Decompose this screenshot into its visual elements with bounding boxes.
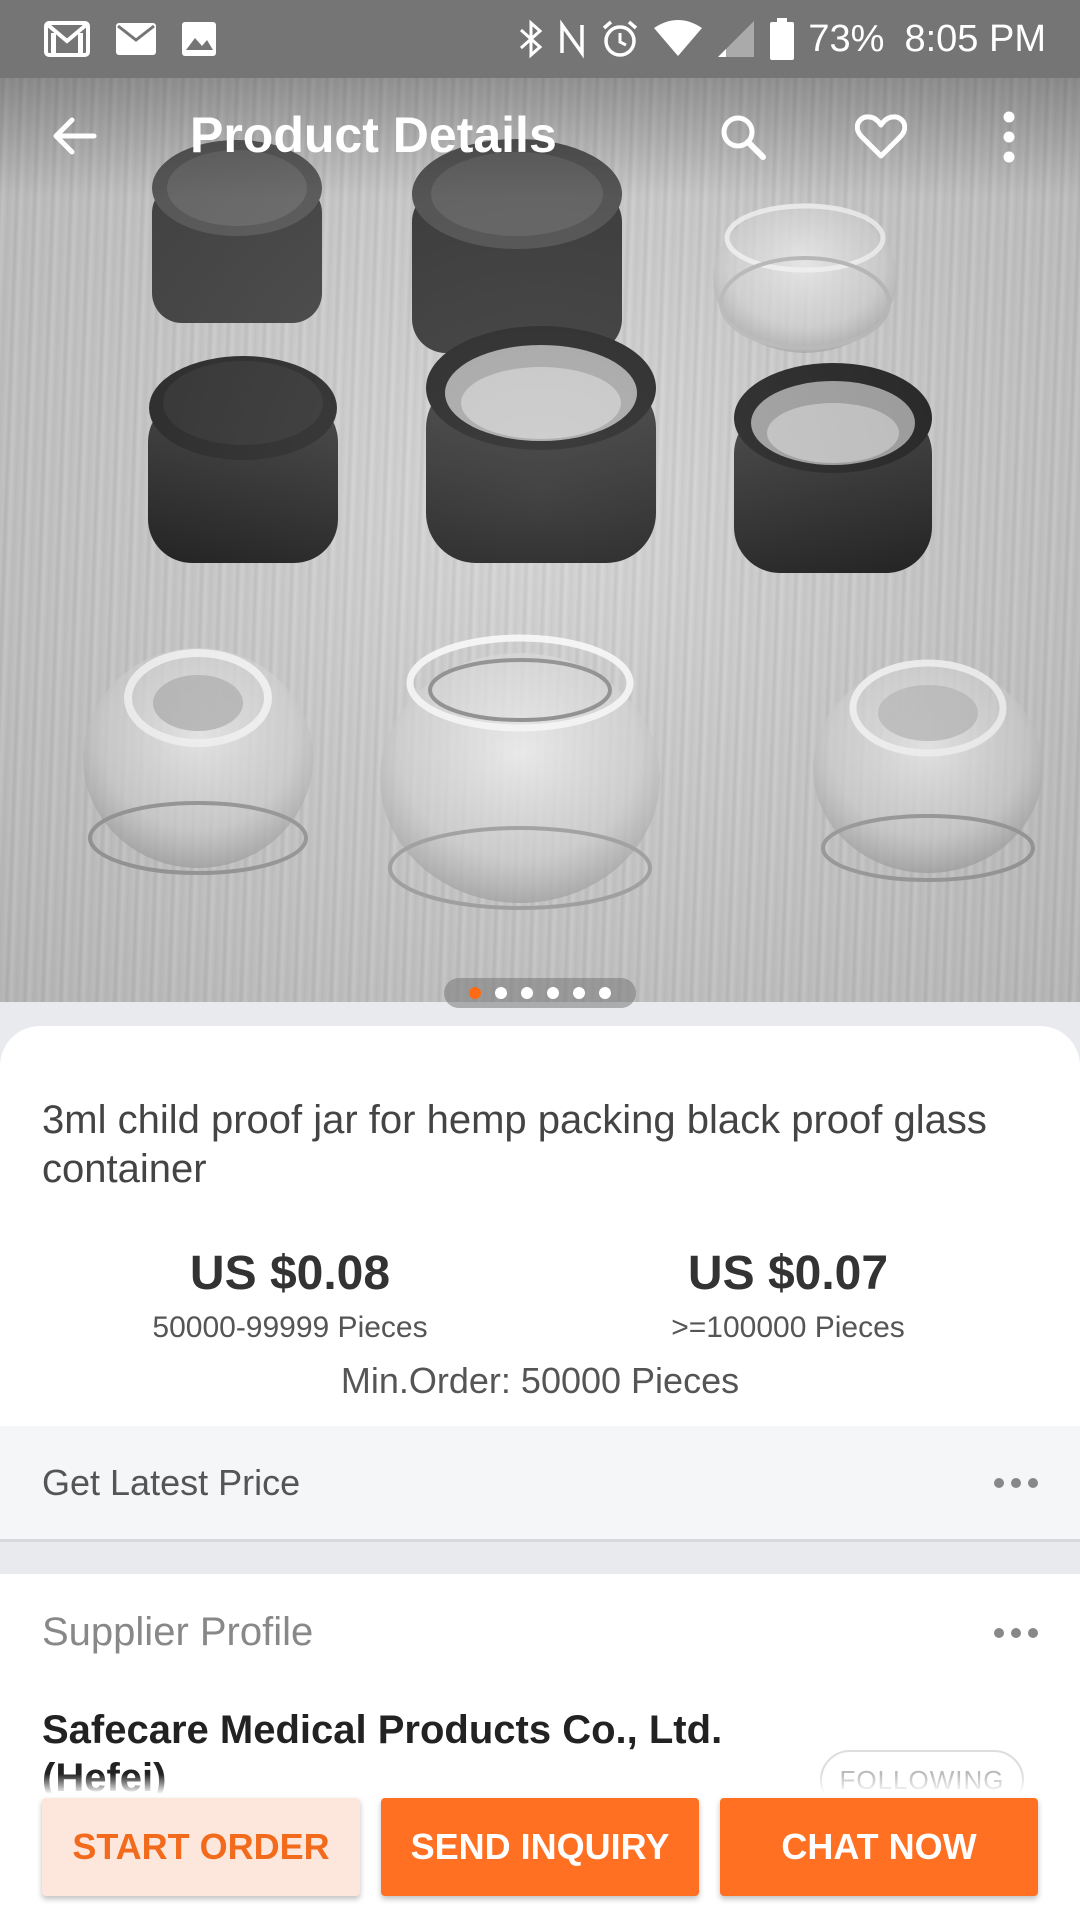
image-pager[interactable]	[444, 978, 636, 1008]
price-quantity-range: >=100000 Pieces	[671, 1311, 905, 1344]
pager-dot[interactable]	[573, 987, 585, 999]
get-latest-price-row[interactable]: Get Latest Price	[0, 1426, 1080, 1542]
image-icon	[182, 22, 216, 56]
gmail-icon	[44, 19, 90, 59]
status-bar: 73% 8:05 PM	[0, 0, 1080, 78]
wifi-icon	[654, 20, 703, 58]
price-tier-2: US $0.07 >=100000 Pieces	[538, 1246, 1038, 1345]
page-title: Product Details	[190, 107, 557, 163]
send-inquiry-button[interactable]: SEND INQUIRY	[381, 1798, 699, 1896]
more-horiz-icon[interactable]	[994, 1477, 1038, 1488]
supplier-profile-label: Supplier Profile	[42, 1610, 314, 1654]
product-title: 3ml child proof jar for hemp packing bla…	[42, 1098, 987, 1191]
chat-now-button[interactable]: CHAT NOW	[720, 1798, 1038, 1896]
status-left	[44, 19, 242, 59]
status-right: 73% 8:05 PM	[504, 18, 1046, 61]
product-info-card: 3ml child proof jar for hemp packing bla…	[0, 1026, 1080, 1426]
price-tier-1: US $0.08 50000-99999 Pieces	[40, 1246, 540, 1345]
mail-icon	[116, 23, 156, 55]
more-horiz-icon[interactable]	[994, 1627, 1038, 1638]
jar-clear-right	[813, 659, 1043, 882]
clock: 8:05 PM	[904, 17, 1046, 60]
cap-right	[734, 363, 932, 573]
nfc-icon	[558, 19, 586, 59]
pager-dot[interactable]	[469, 987, 481, 999]
heart-icon[interactable]	[846, 102, 916, 172]
jar-clear-center	[380, 634, 660, 910]
battery-icon	[770, 18, 795, 60]
pager-dot[interactable]	[599, 987, 611, 999]
price-quantity-range: 50000-99999 Pieces	[152, 1311, 428, 1344]
search-icon[interactable]	[708, 102, 778, 172]
app-toolbar: Product Details	[0, 78, 1080, 198]
product-photo-illustration	[83, 139, 1043, 910]
pager-dot[interactable]	[495, 987, 507, 999]
jar-clear-left	[83, 648, 313, 875]
more-vert-icon[interactable]	[984, 102, 1034, 172]
pager-dot[interactable]	[547, 987, 559, 999]
jar-clear-top-right	[713, 203, 897, 353]
min-order: Min.Order: 50000 Pieces	[340, 1360, 740, 1401]
start-order-button[interactable]: START ORDER	[42, 1798, 360, 1896]
get-latest-price-label: Get Latest Price	[42, 1461, 301, 1503]
supplier-header: Supplier Profile	[42, 1610, 1038, 1655]
screen: 73% 8:05 PM Product Details 3ml child pr…	[0, 0, 1080, 1920]
bottom-action-bar: START ORDER SEND INQUIRY CHAT NOW	[0, 1798, 1080, 1920]
pager-dot[interactable]	[521, 987, 533, 999]
signal-icon	[716, 19, 756, 59]
battery-level: 73%	[808, 17, 885, 60]
bluetooth-icon	[518, 19, 544, 59]
price-value: US $0.07	[687, 1247, 889, 1300]
cap-center	[426, 326, 656, 563]
product-image[interactable]	[0, 78, 1080, 1002]
price-value: US $0.08	[189, 1247, 391, 1300]
back-arrow-icon[interactable]	[42, 104, 106, 168]
alarm-icon	[600, 19, 640, 59]
cap-left	[148, 356, 338, 563]
